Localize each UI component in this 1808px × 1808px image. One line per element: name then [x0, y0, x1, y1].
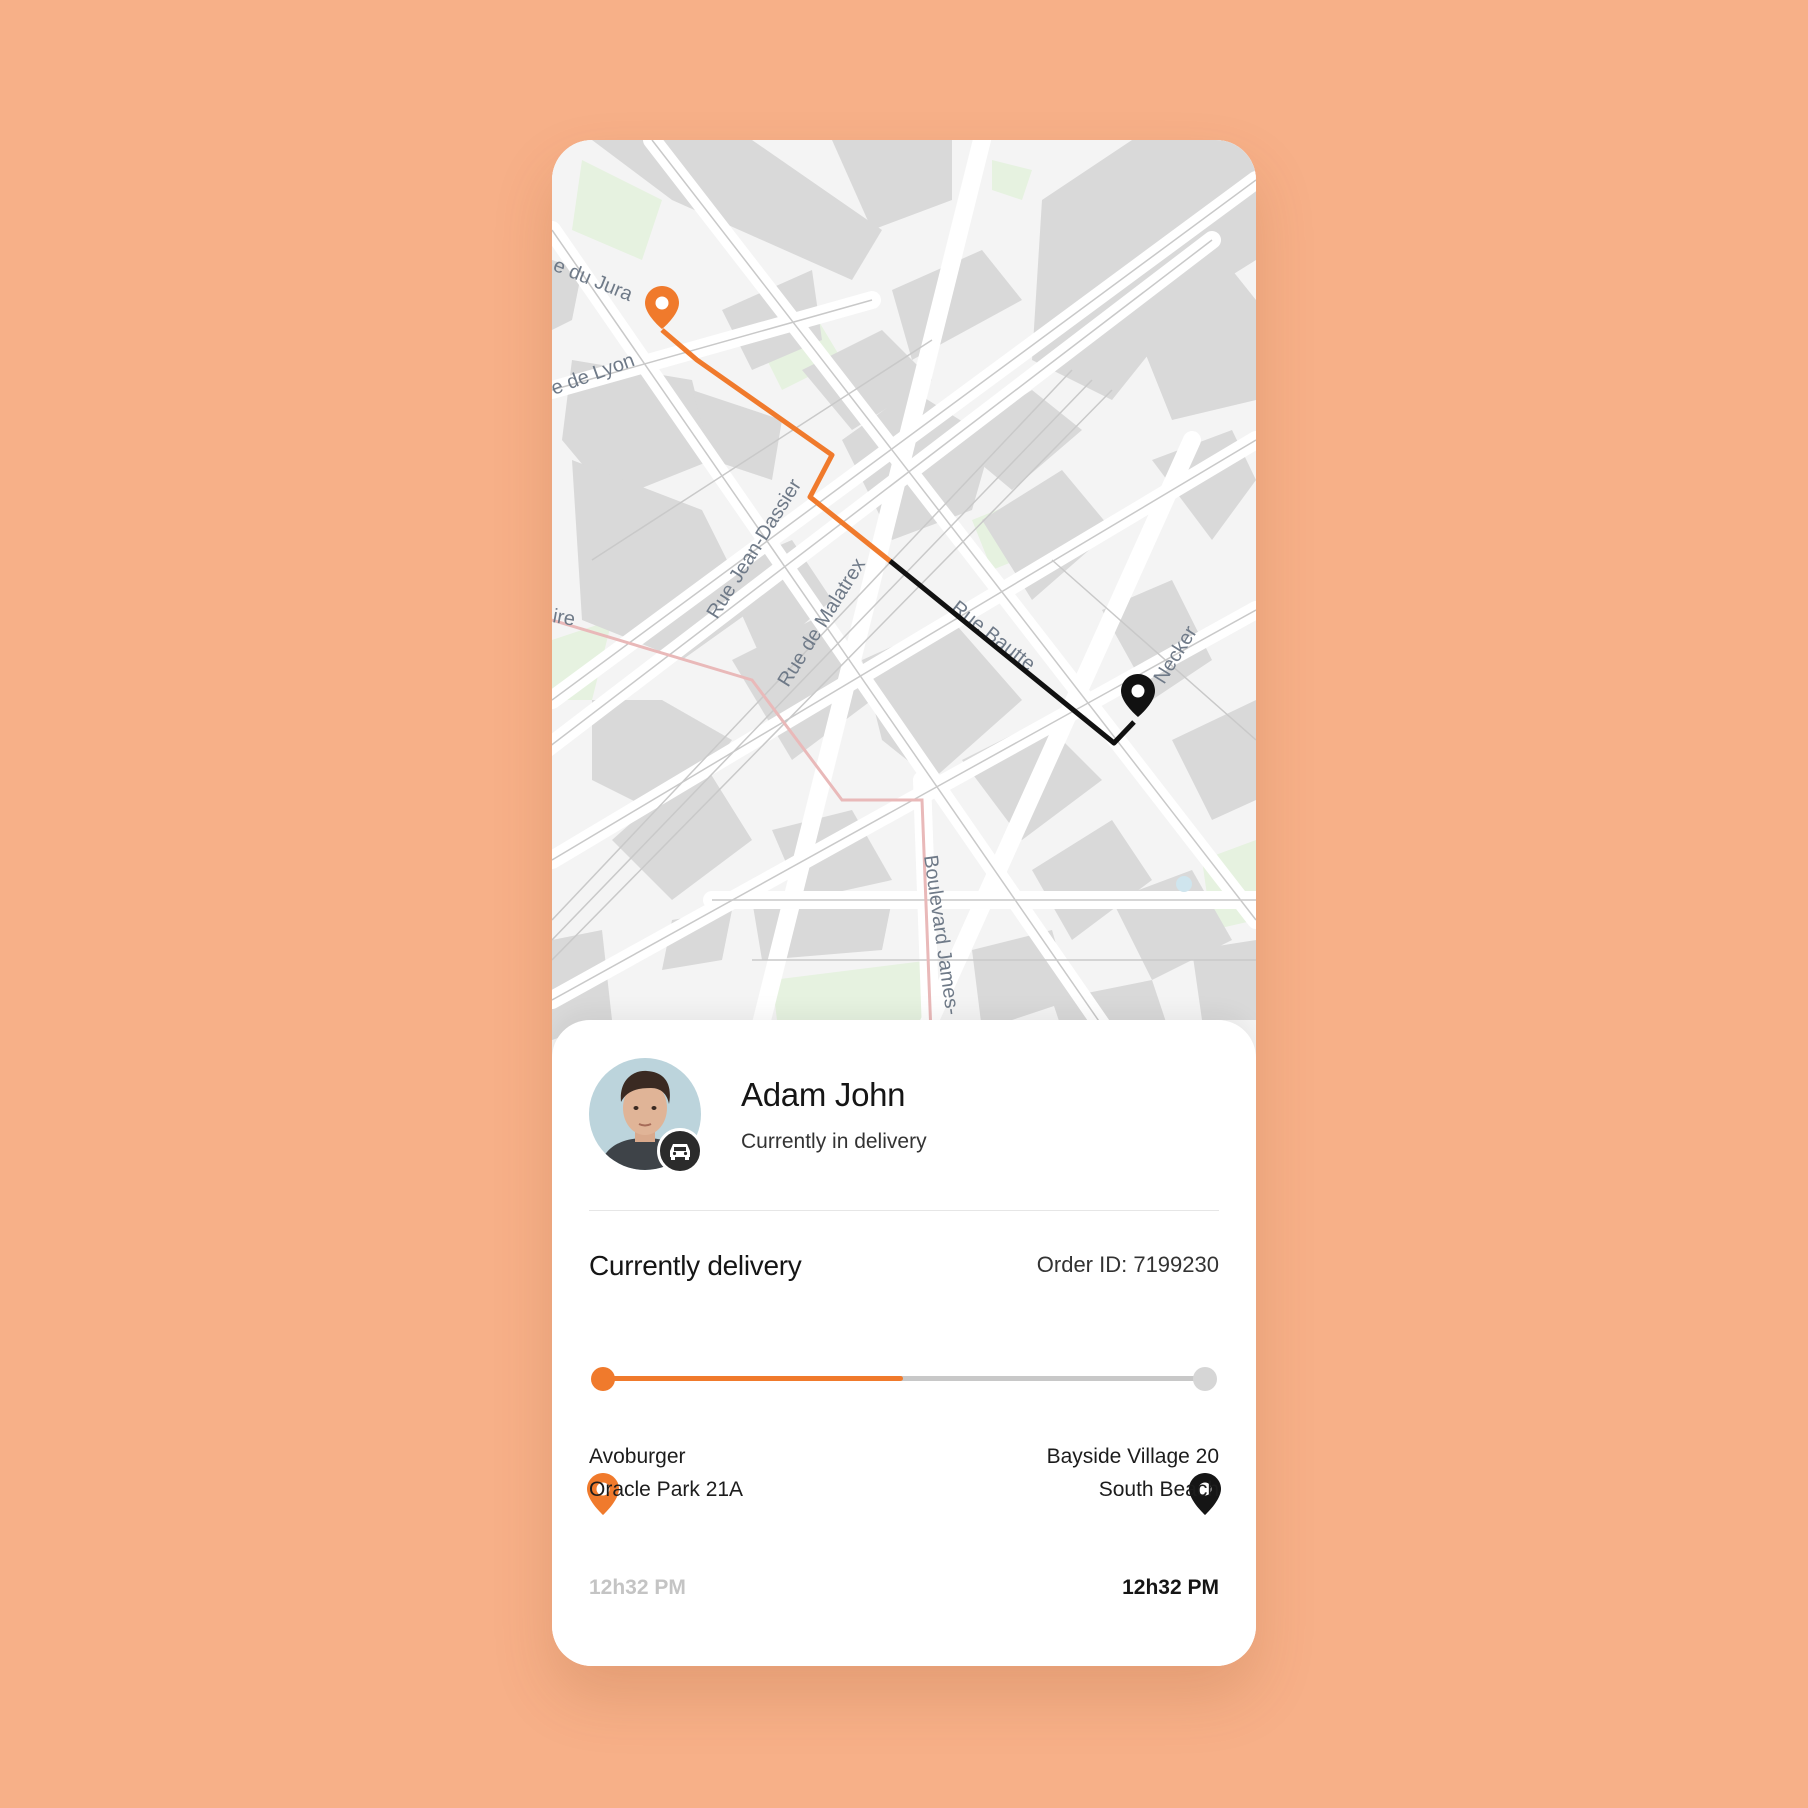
destination-address: Bayside Village 20 South Beach [1047, 1440, 1219, 1506]
car-icon [657, 1128, 703, 1174]
map-canvas[interactable]: e du Jura e de Lyon Rue Jean-Dassier Rue… [552, 140, 1256, 1060]
driver-name: Adam John [741, 1076, 906, 1113]
delivery-progress-track [601, 1376, 1205, 1381]
progress-start-dot [591, 1367, 615, 1391]
street-label-ire: ire [552, 605, 577, 631]
delivery-info-sheet: Adam John Currently in delivery Currentl… [552, 1020, 1256, 1666]
origin-time: 12h32 PM [589, 1576, 686, 1599]
divider [589, 1210, 1219, 1211]
delivery-progress-fill [601, 1376, 903, 1381]
order-id: Order ID: 7199230 [1036, 1252, 1219, 1277]
map-view[interactable]: e du Jura e de Lyon Rue Jean-Dassier Rue… [552, 140, 1256, 1060]
destination-time: 12h32 PM [1122, 1576, 1219, 1599]
section-title: Currently delivery [589, 1250, 802, 1281]
delivery-tracking-screen: e du Jura e de Lyon Rue Jean-Dassier Rue… [552, 140, 1256, 1666]
origin-street: Oracle Park 21A [589, 1478, 744, 1501]
driver-status: Currently in delivery [741, 1130, 927, 1153]
destination-name: Bayside Village 20 [1046, 1445, 1219, 1468]
origin-name: Avoburger [589, 1445, 686, 1468]
destination-street: South Beach [1098, 1478, 1219, 1501]
origin-address: Avoburger Oracle Park 21A [589, 1440, 743, 1506]
driver-row[interactable]: Adam John Currently in delivery [589, 1058, 1219, 1174]
progress-end-dot [1193, 1367, 1217, 1391]
